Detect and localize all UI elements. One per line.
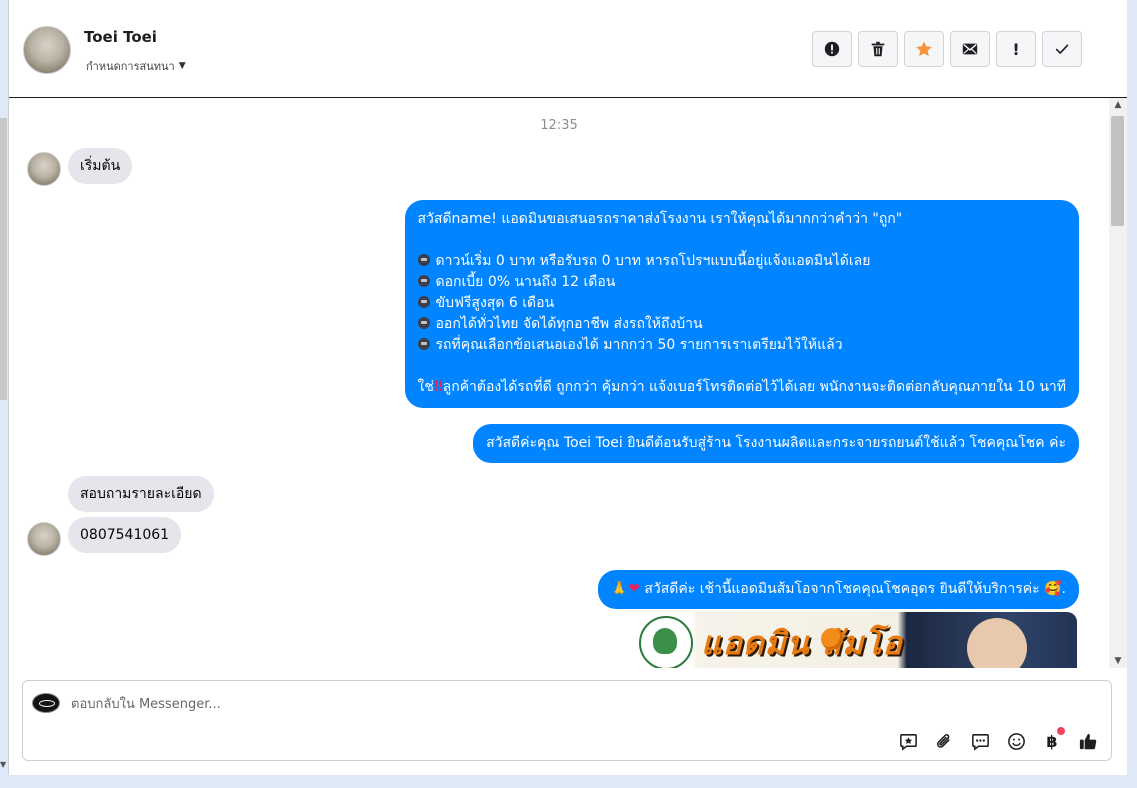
saved-reply-icon [899, 733, 917, 751]
page-logo-avatar [32, 693, 60, 713]
caret-down-icon: ▼ [178, 61, 186, 71]
heart-icon: ❤ [628, 581, 640, 597]
delete-button[interactable] [858, 31, 898, 67]
payment-button[interactable]: ฿ [1040, 727, 1065, 753]
dealer-logo-icon [639, 616, 693, 668]
offer-closing: ใช่‼ลูกค้าต้องได้รถที่ดี ถูกกว่า คุ้มกว่… [417, 379, 1066, 395]
message-thread[interactable]: 12:35 เริ่มต้น สวัสดีname! แอดมินขอเสนอร… [9, 98, 1109, 668]
notification-dot [1057, 727, 1065, 735]
greeting-text: สวัสดีค่ะ เช้านี้แอดมินส้มโอจากโชคคุณโชค… [644, 581, 1040, 597]
smiling-hearts-emoji-icon: 🥰 [1044, 581, 1062, 597]
chat-button[interactable] [968, 729, 992, 753]
car-emoji-icon [417, 254, 430, 266]
incoming-message-inquiry[interactable]: สอบถามรายละเอียด [68, 476, 214, 512]
sender-avatar[interactable] [27, 152, 61, 186]
baht-payment-icon: ฿ [1046, 731, 1058, 751]
check-icon [1055, 44, 1069, 54]
emoji-button[interactable] [1004, 729, 1028, 753]
like-button[interactable] [1076, 729, 1100, 753]
car-emoji-icon [417, 275, 430, 287]
mark-done-button[interactable] [1042, 31, 1082, 67]
pray-emoji-icon: 🙏 [610, 581, 629, 597]
chat-icon [971, 733, 989, 751]
offer-bullet: ดอกเบี้ย 0% นานถึง 12 เดือน [417, 272, 1066, 293]
admin-photo [967, 618, 1027, 668]
offer-intro: สวัสดีname! แอดมินขอเสนอรถราคาส่งโรงงาน … [417, 211, 903, 227]
composer-tools: ฿ [896, 727, 1100, 753]
outgoing-message-welcome[interactable]: สวัสดีค่ะคุณ Toei Toei ยินดีต้อนรับสู่ร้… [473, 424, 1079, 463]
attach-button[interactable] [932, 729, 956, 753]
car-emoji-icon [417, 317, 430, 329]
scroll-thumb[interactable] [1111, 116, 1124, 226]
conversation-settings-dropdown[interactable]: กำหนดการสนทนา ▼ [86, 57, 186, 75]
scroll-down-icon[interactable]: ▼ [1109, 656, 1127, 666]
offer-bullet: รถที่คุณเลือกข้อเสนอเองได้ มากกว่า 50 รา… [417, 335, 1066, 356]
incoming-message-phone[interactable]: 0807541061 [68, 517, 182, 553]
conversation-header: Toei Toei กำหนดการสนทนา ▼ ! [9, 0, 1127, 98]
alert-circle-icon [824, 41, 840, 57]
attachment-icon [936, 733, 950, 748]
like-icon [1079, 733, 1096, 749]
star-icon [916, 41, 932, 57]
envelope-icon [962, 43, 978, 55]
promo-image-attachment[interactable]: แอดมิน สัมโอ [629, 612, 1077, 668]
scroll-up-icon[interactable]: ▲ [1109, 100, 1127, 110]
offer-bullet: ดาวน์เริ่ม 0 บาท หรือรับรถ 0 บาท หารถโปร… [417, 251, 1066, 272]
star-button[interactable] [904, 31, 944, 67]
contact-name[interactable]: Toei Toei [84, 28, 157, 46]
conversation-settings-label: กำหนดการสนทนา [86, 60, 175, 73]
conversation-panel: Toei Toei กำหนดการสนทนา ▼ ! 12:35 เริ่มต… [8, 0, 1127, 775]
reply-input[interactable] [69, 693, 673, 715]
mark-spam-button[interactable] [812, 31, 852, 67]
reply-composer: ฿ [22, 680, 1112, 761]
saved-reply-button[interactable] [896, 729, 920, 753]
emoji-icon [1007, 732, 1025, 750]
orange-fruit-icon [821, 628, 843, 650]
incoming-message-start[interactable]: เริ่มต้น [68, 148, 133, 184]
outgoing-message-greeting[interactable]: 🙏❤ สวัสดีค่ะ เช้านี้แอดมินส้มโอจากโชคคุณ… [597, 570, 1079, 609]
promo-image-text: แอดมิน สัมโอ [701, 624, 903, 662]
car-emoji-icon [417, 296, 430, 308]
double-exclamation-icon: ‼ [433, 379, 443, 395]
exclamation-icon: ! [1012, 39, 1020, 59]
thread-scrollbar[interactable]: ▲ ▼ [1109, 98, 1127, 668]
mark-unread-button[interactable] [950, 31, 990, 67]
offer-bullet: ขับฟรีสูงสุด 6 เดือน [417, 293, 1066, 314]
outer-scroll-down-icon[interactable]: ▼ [0, 760, 6, 769]
outgoing-message-offer[interactable]: สวัสดีname! แอดมินขอเสนอรถราคาส่งโรงงาน … [404, 200, 1079, 408]
car-emoji-icon [417, 338, 430, 350]
outer-scroll-thumb[interactable] [0, 118, 7, 400]
conversation-toolbar: ! [812, 31, 1082, 67]
message-timestamp: 12:35 [540, 118, 578, 133]
offer-bullet: ออกได้ทั่วไทย จัดได้ทุกอาชีพ ส่งรถให้ถึง… [417, 314, 1066, 335]
sender-avatar[interactable] [27, 522, 61, 556]
trash-icon [871, 41, 885, 57]
follow-up-button[interactable]: ! [996, 31, 1036, 67]
contact-avatar[interactable] [23, 26, 71, 74]
